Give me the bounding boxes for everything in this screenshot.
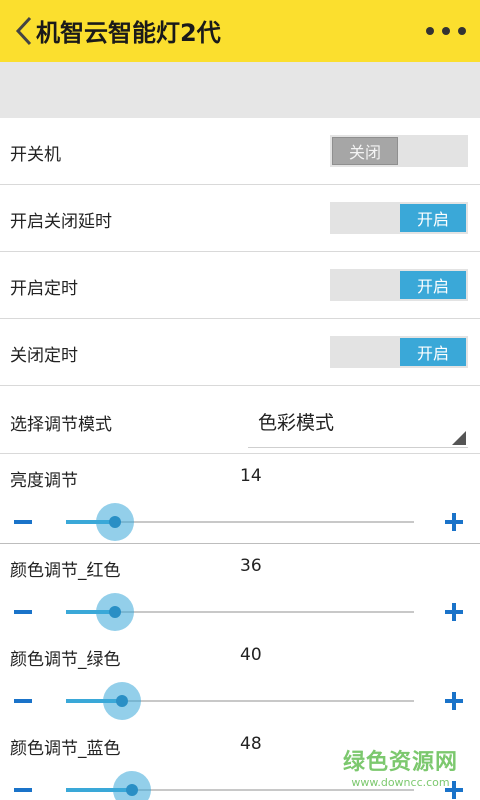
increase-button[interactable] (444, 512, 464, 532)
timer-on-row: 开启定时 开启 (0, 252, 480, 319)
slider-row: 亮度调节 14 (0, 454, 480, 544)
mode-select-value: 色彩模式 (258, 412, 335, 434)
slider-thumb[interactable] (95, 593, 134, 631)
dropdown-corner-icon (452, 431, 466, 445)
increase-button[interactable] (444, 602, 464, 622)
power-label: 开关机 (10, 145, 61, 165)
mode-select[interactable]: 色彩模式 (248, 398, 468, 448)
decrease-button[interactable] (14, 518, 34, 526)
close-delay-toggle[interactable]: 开启 (330, 202, 468, 234)
watermark-text: 绿色资源网 (342, 750, 458, 775)
slider-row: 颜色调节_绿色 40 (0, 633, 480, 723)
timer-off-row: 关闭定时 开启 (0, 319, 480, 386)
slider-label: 亮度调节 (10, 471, 78, 491)
timer-off-label: 关闭定时 (10, 346, 78, 366)
minus-icon (14, 520, 32, 524)
decrease-button[interactable] (14, 608, 34, 616)
slider-value: 36 (240, 556, 262, 576)
power-row: 开关机 关闭 (0, 118, 480, 185)
slider-label: 颜色调节_红色 (10, 561, 121, 581)
increase-button[interactable] (444, 691, 464, 711)
page-title: 机智云智能灯2代 (36, 19, 221, 47)
timer-off-toggle[interactable]: 开启 (330, 336, 468, 368)
slider-track[interactable] (66, 682, 414, 720)
slider-track[interactable] (66, 503, 414, 541)
slider-value: 48 (240, 734, 262, 754)
back-button[interactable] (12, 14, 36, 48)
slider-value: 40 (240, 645, 262, 665)
close-delay-toggle-state: 开启 (400, 204, 466, 232)
slider-row: 颜色调节_红色 36 (0, 544, 480, 634)
header-spacer-band (0, 62, 480, 118)
mode-label: 选择调节模式 (10, 415, 112, 435)
top-app-bar: 机智云智能灯2代 (0, 0, 480, 62)
close-delay-row: 开启关闭延时 开启 (0, 185, 480, 252)
slider-thumb[interactable] (113, 771, 152, 800)
timer-on-toggle-state: 开启 (400, 271, 466, 299)
minus-icon (14, 788, 32, 792)
slider-track[interactable] (66, 771, 414, 800)
slider-thumb[interactable] (102, 682, 141, 720)
decrease-button[interactable] (14, 697, 34, 705)
minus-icon (14, 699, 32, 703)
more-options-button[interactable] (426, 18, 466, 44)
slider-value: 14 (240, 466, 262, 486)
chevron-left-icon (15, 16, 32, 46)
mode-row: 选择调节模式 色彩模式 (0, 386, 480, 454)
minus-icon (14, 610, 32, 614)
decrease-button[interactable] (14, 786, 34, 794)
timer-on-label: 开启定时 (10, 279, 78, 299)
timer-on-toggle[interactable]: 开启 (330, 269, 468, 301)
slider-label: 颜色调节_绿色 (10, 650, 121, 670)
watermark: 绿色资源网 www.downcc.com (343, 744, 458, 789)
more-horizontal-icon (426, 27, 434, 35)
slider-track[interactable] (66, 593, 414, 631)
slider-thumb[interactable] (95, 503, 134, 541)
close-delay-label: 开启关闭延时 (10, 212, 112, 232)
timer-off-toggle-state: 开启 (400, 338, 466, 366)
slider-label: 颜色调节_蓝色 (10, 739, 121, 759)
watermark-url: www.downcc.com (351, 776, 450, 789)
power-toggle[interactable]: 关闭 (330, 135, 468, 167)
power-toggle-state: 关闭 (332, 137, 398, 165)
